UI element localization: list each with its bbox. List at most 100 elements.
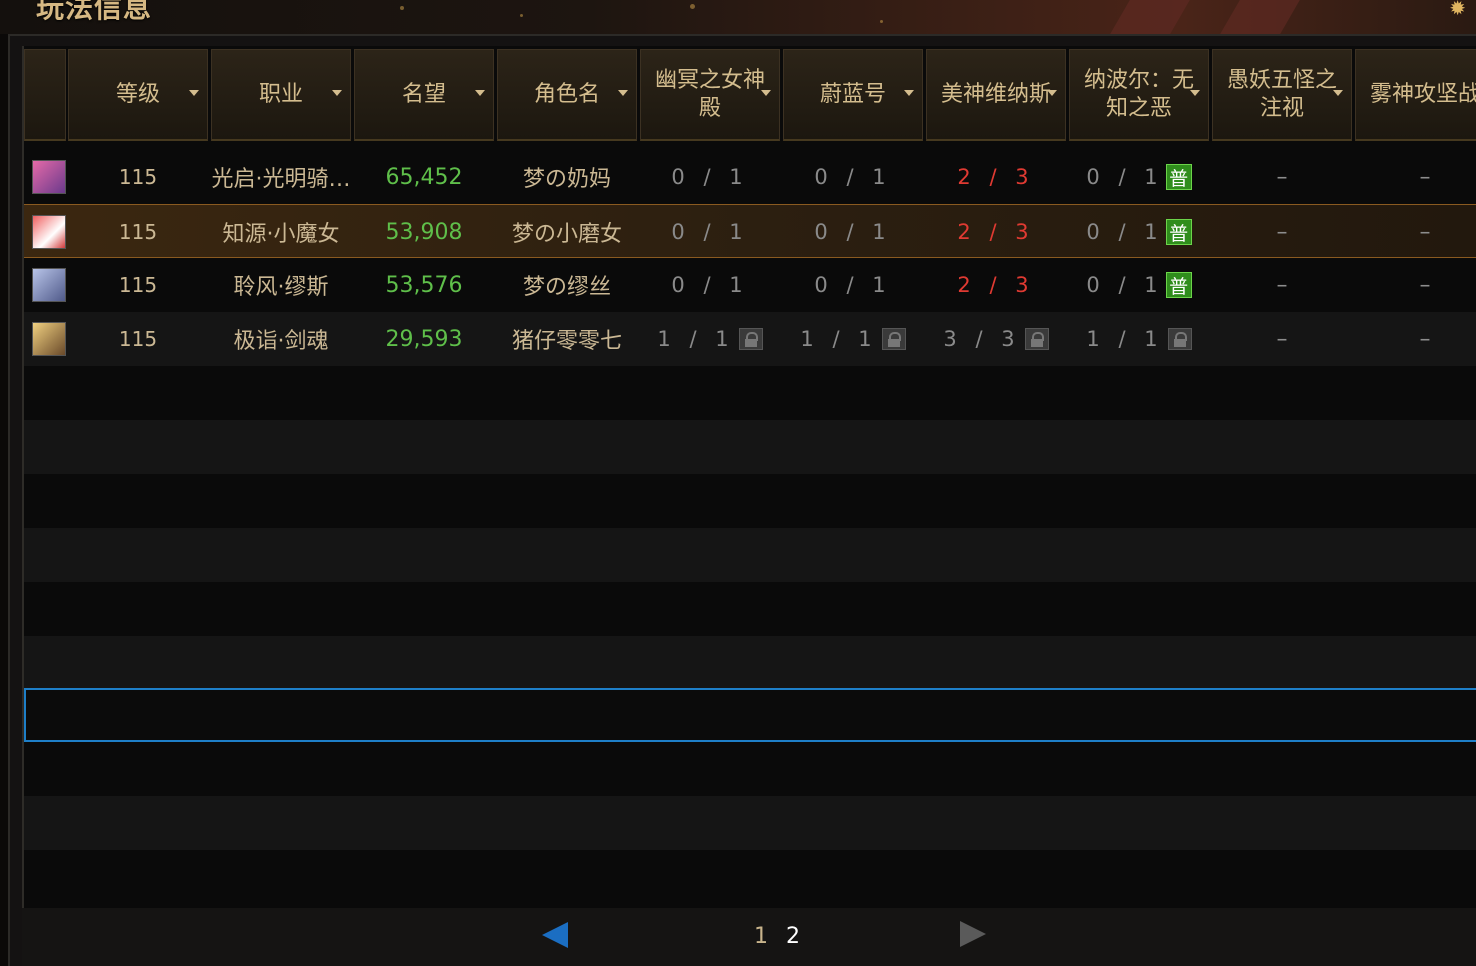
top-banner: 玩法信息 ✹ <box>0 0 1476 34</box>
sort-arrow-icon[interactable] <box>618 90 628 96</box>
column-header-label: 美神维纳斯 <box>940 81 1051 107</box>
previous-page-arrow-icon[interactable] <box>542 922 568 948</box>
avatar <box>32 160 66 194</box>
banner-sparkle <box>880 20 883 23</box>
column-header-label: 蔚蓝号 <box>819 81 886 107</box>
banner-decoration <box>1110 0 1190 34</box>
empty-cell: – <box>1276 164 1288 190</box>
panel-title: 玩法信息 <box>36 0 153 24</box>
lock-icon <box>738 328 763 350</box>
avatar <box>32 322 66 356</box>
progress-cell: 1 / 1 <box>1069 312 1209 366</box>
progress-value: 1 / 1 <box>800 327 878 351</box>
empty-cell: – <box>1419 326 1431 352</box>
column-header-job[interactable]: 职业 <box>211 49 351 141</box>
progress-cell: 2 / 3 <box>957 165 1035 189</box>
next-page-arrow-icon[interactable] <box>960 921 986 947</box>
name-cell: 猪仔零零七 <box>511 329 622 354</box>
table-row[interactable]: 115 光启·光明骑… 65,452 梦の奶妈 0 / 1 0 / 1 2 / … <box>24 150 1476 204</box>
sort-arrow-icon[interactable] <box>332 90 342 96</box>
progress-value: 0 / 1 <box>1086 273 1164 297</box>
empty-cell: – <box>1276 326 1288 352</box>
fame-cell: 29,593 <box>385 326 463 352</box>
banner-sparkle <box>520 14 523 17</box>
column-header-dungeon-4[interactable]: 纳波尔：无知之恶 <box>1069 49 1209 141</box>
name-cell: 梦の缪丝 <box>522 275 611 300</box>
lock-icon <box>1167 328 1192 350</box>
normal-difficulty-badge: 普 <box>1165 219 1192 245</box>
column-header-name[interactable]: 角色名 <box>497 49 637 141</box>
sort-arrow-icon[interactable] <box>761 90 771 96</box>
level-cell: 115 <box>118 220 158 244</box>
progress-cell: 0 / 1 <box>671 273 749 297</box>
character-table: 等级 职业 名望 角色名 幽冥之女神殿 蔚蓝号 美神维纳斯 纳波尔：无知之恶 愚… <box>22 46 1476 908</box>
column-header-dungeon-6[interactable]: 雾神攻坚战 <box>1355 49 1476 141</box>
column-header-label: 角色名 <box>533 81 600 107</box>
column-header-dungeon-1[interactable]: 幽冥之女神殿 <box>640 49 780 141</box>
progress-cell: 3 / 3 <box>926 312 1066 366</box>
empty-cell: – <box>1419 164 1431 190</box>
level-cell: 115 <box>118 165 158 189</box>
page-number-1[interactable]: 1 <box>754 924 768 949</box>
progress-cell: 0 / 1普 <box>1069 205 1209 259</box>
column-header-dungeon-2[interactable]: 蔚蓝号 <box>783 49 923 141</box>
empty-row <box>24 636 1476 690</box>
sort-arrow-icon[interactable] <box>904 90 914 96</box>
sort-arrow-icon[interactable] <box>1333 90 1343 96</box>
table-row-selected[interactable]: 115 知源·小魔女 53,908 梦の小磨女 0 / 1 0 / 1 2 / … <box>24 204 1476 258</box>
fame-cell: 65,452 <box>385 164 463 190</box>
progress-value: 3 / 3 <box>943 327 1021 351</box>
empty-row <box>24 528 1476 582</box>
column-header-label: 幽冥之女神殿 <box>654 67 765 121</box>
lock-icon <box>881 328 906 350</box>
empty-row <box>24 582 1476 636</box>
column-header-dungeon-5[interactable]: 愚妖五怪之注视 <box>1212 49 1352 141</box>
name-cell: 梦の奶妈 <box>522 167 611 192</box>
table-header: 等级 职业 名望 角色名 幽冥之女神殿 蔚蓝号 美神维纳斯 纳波尔：无知之恶 愚… <box>24 46 1476 144</box>
lock-icon <box>1024 328 1049 350</box>
column-header-dungeon-3[interactable]: 美神维纳斯 <box>926 49 1066 141</box>
table-row[interactable]: 115 聆风·缪斯 53,576 梦の缪丝 0 / 1 0 / 1 2 / 3 … <box>24 258 1476 312</box>
pagination-bar: 1 2 <box>22 908 1476 966</box>
progress-value: 1 / 1 <box>1086 327 1164 351</box>
fame-cell: 53,576 <box>385 272 463 298</box>
sort-arrow-icon[interactable] <box>1047 90 1057 96</box>
column-header-label: 职业 <box>258 81 303 107</box>
table-row[interactable]: 115 极诣·剑魂 29,593 猪仔零零七 1 / 1 1 / 1 3 / 3… <box>24 312 1476 366</box>
progress-cell: 0 / 1普 <box>1069 150 1209 204</box>
empty-cell: – <box>1419 272 1431 298</box>
column-header-avatar <box>24 49 66 141</box>
level-cell: 115 <box>118 327 158 351</box>
empty-cell: – <box>1419 219 1431 245</box>
sort-arrow-icon[interactable] <box>475 90 485 96</box>
level-cell: 115 <box>118 273 158 297</box>
progress-cell: 2 / 3 <box>957 220 1035 244</box>
focused-empty-row[interactable] <box>24 688 1476 742</box>
progress-cell: 0 / 1 <box>671 220 749 244</box>
sun-icon: ✹ <box>1449 0 1466 20</box>
page-number-2-current[interactable]: 2 <box>786 924 800 949</box>
empty-cell: – <box>1276 219 1288 245</box>
banner-sparkle <box>690 4 695 9</box>
normal-difficulty-badge: 普 <box>1165 164 1192 190</box>
column-header-label: 纳波尔：无知之恶 <box>1083 67 1194 121</box>
progress-cell: 0 / 1 <box>814 165 892 189</box>
column-header-fame[interactable]: 名望 <box>354 49 494 141</box>
column-header-level[interactable]: 等级 <box>68 49 208 141</box>
empty-row <box>24 420 1476 474</box>
progress-cell: 0 / 1 <box>814 273 892 297</box>
banner-sparkle <box>400 6 404 10</box>
progress-cell: 2 / 3 <box>957 273 1035 297</box>
job-cell: 知源·小魔女 <box>222 222 340 247</box>
job-cell: 极诣·剑魂 <box>233 329 329 354</box>
sort-arrow-icon[interactable] <box>1190 90 1200 96</box>
progress-value: 0 / 1 <box>1086 165 1164 189</box>
sort-arrow-icon[interactable] <box>189 90 199 96</box>
normal-difficulty-badge: 普 <box>1165 272 1192 298</box>
job-cell: 光启·光明骑… <box>211 167 351 192</box>
column-header-label: 名望 <box>401 81 446 107</box>
progress-cell: 0 / 1普 <box>1069 258 1209 312</box>
column-header-label: 愚妖五怪之注视 <box>1226 67 1337 121</box>
banner-decoration <box>1220 0 1300 34</box>
name-cell: 梦の小磨女 <box>511 222 622 247</box>
